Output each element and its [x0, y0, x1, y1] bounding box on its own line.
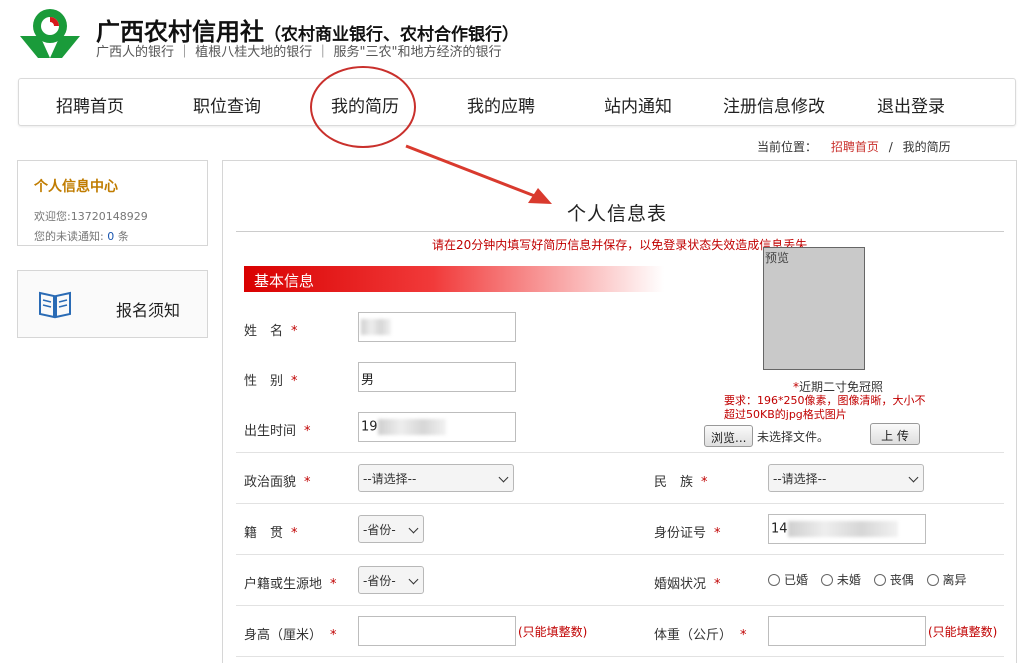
redacted-birth: [377, 419, 446, 435]
notice-label: 报名须知: [116, 301, 181, 320]
book-icon: [39, 291, 71, 319]
height-input[interactable]: [358, 616, 516, 646]
nav-item-edit-registration[interactable]: 注册信息修改: [723, 92, 825, 117]
nav-item-my-applications[interactable]: 我的应聘: [467, 92, 535, 117]
photo-preview: 预览: [763, 247, 865, 370]
breadcrumb-home-link[interactable]: 招聘首页: [831, 140, 879, 154]
birth-input[interactable]: 19: [358, 412, 516, 442]
nav-item-notices[interactable]: 站内通知: [604, 92, 672, 117]
name-input[interactable]: [358, 312, 516, 342]
idcard-label: 身份证号 *: [654, 526, 721, 541]
row-divider: [236, 452, 1004, 453]
marital-option-divorced[interactable]: 离异: [926, 571, 967, 588]
native-province-select[interactable]: -省份-: [358, 515, 424, 543]
annotation-arrow-icon: [405, 144, 552, 204]
bank-logo: [20, 9, 80, 58]
redacted-name: [361, 319, 391, 335]
upload-button[interactable]: 上 传: [870, 423, 920, 445]
name-label: 姓 名 *: [244, 324, 298, 339]
row-divider: [236, 605, 1004, 606]
chevron-down-icon: [498, 472, 509, 483]
section-title: 基本信息: [254, 272, 315, 290]
photo-requirement: 要求：196*250像素，图像清晰，大小不超过50KB的jpg格式图片: [724, 394, 926, 421]
gender-input[interactable]: 男: [358, 362, 516, 392]
breadcrumb-current: 我的简历: [902, 140, 951, 154]
weight-hint: (只能填整数): [928, 625, 998, 639]
chevron-down-icon: [908, 472, 919, 483]
political-select[interactable]: --请选择--: [358, 464, 514, 492]
preview-label: 预览: [765, 251, 790, 265]
session-warning: 请在20分钟内填写好简历信息并保存，以免登录状态失效造成信息丢失: [432, 238, 808, 252]
row-divider: [236, 656, 1004, 657]
birth-label: 出生时间 *: [244, 424, 311, 439]
marital-radio-group: 已婚 未婚 丧偶 离异: [768, 571, 976, 588]
marital-option-widowed[interactable]: 丧偶: [873, 571, 914, 588]
weight-label: 体重（公斤） *: [654, 628, 747, 643]
row-divider: [236, 554, 1004, 555]
registration-notice-button[interactable]: 报名须知: [17, 270, 208, 338]
browse-button[interactable]: 浏览...: [704, 425, 754, 447]
native-place-label: 籍 贯 *: [244, 526, 298, 541]
radio-icon: [926, 574, 939, 586]
marital-option-married[interactable]: 已婚: [768, 571, 808, 588]
no-file-text: 未选择文件。: [757, 430, 830, 444]
weight-input[interactable]: [768, 616, 926, 646]
brand-slogan: 广西人的银行 ｜ 植根八桂大地的银行 ｜ 服务"三农"和地方经济的银行: [96, 45, 502, 60]
unread-count[interactable]: 0: [107, 230, 114, 243]
row-divider: [236, 503, 1004, 504]
radio-icon: [820, 574, 833, 586]
radio-icon: [873, 574, 886, 586]
chevron-down-icon: [408, 523, 419, 534]
redacted-idcard: [787, 521, 898, 537]
marital-option-single[interactable]: 未婚: [820, 571, 861, 588]
ethnic-select[interactable]: --请选择--: [768, 464, 924, 492]
title-divider: [236, 231, 1004, 232]
unread-notices: 您的未读通知: 0 条: [34, 230, 129, 243]
annotation-circle: [310, 66, 416, 148]
height-label: 身高（厘米） *: [244, 628, 337, 643]
welcome-text: 欢迎您:13720148929: [34, 210, 148, 223]
hukou-label: 户籍或生源地 *: [244, 577, 337, 592]
height-hint: (只能填整数): [518, 625, 588, 639]
nav-item-job-search[interactable]: 职位查询: [193, 92, 261, 117]
form-title: 个人信息表: [567, 203, 668, 225]
main-nav: 招聘首页 职位查询 我的简历 我的应聘 站内通知 注册信息修改 退出登录: [18, 78, 1016, 126]
gender-label: 性 别 *: [244, 374, 298, 389]
nav-item-logout[interactable]: 退出登录: [877, 92, 945, 117]
hukou-province-select[interactable]: -省份-: [358, 566, 424, 594]
radio-icon: [768, 574, 780, 586]
nav-item-home[interactable]: 招聘首页: [56, 92, 124, 117]
breadcrumb-separator: /: [888, 140, 893, 154]
personal-info-center: 个人信息中心 欢迎您:13720148929 您的未读通知: 0 条: [17, 160, 208, 246]
breadcrumb-prefix: 当前位置：: [757, 140, 818, 154]
breadcrumb: 当前位置： 招聘首页 / 我的简历: [757, 138, 951, 155]
idcard-input[interactable]: 14: [768, 514, 926, 544]
photo-note: *近期二寸免冠照: [793, 380, 884, 394]
section-header-basic-info: 基本信息: [244, 266, 664, 292]
info-center-title: 个人信息中心: [34, 179, 118, 195]
chevron-down-icon: [408, 574, 419, 585]
ethnic-label: 民 族 *: [654, 475, 708, 490]
marital-label: 婚姻状况 *: [654, 577, 721, 592]
political-label: 政治面貌 *: [244, 475, 311, 490]
